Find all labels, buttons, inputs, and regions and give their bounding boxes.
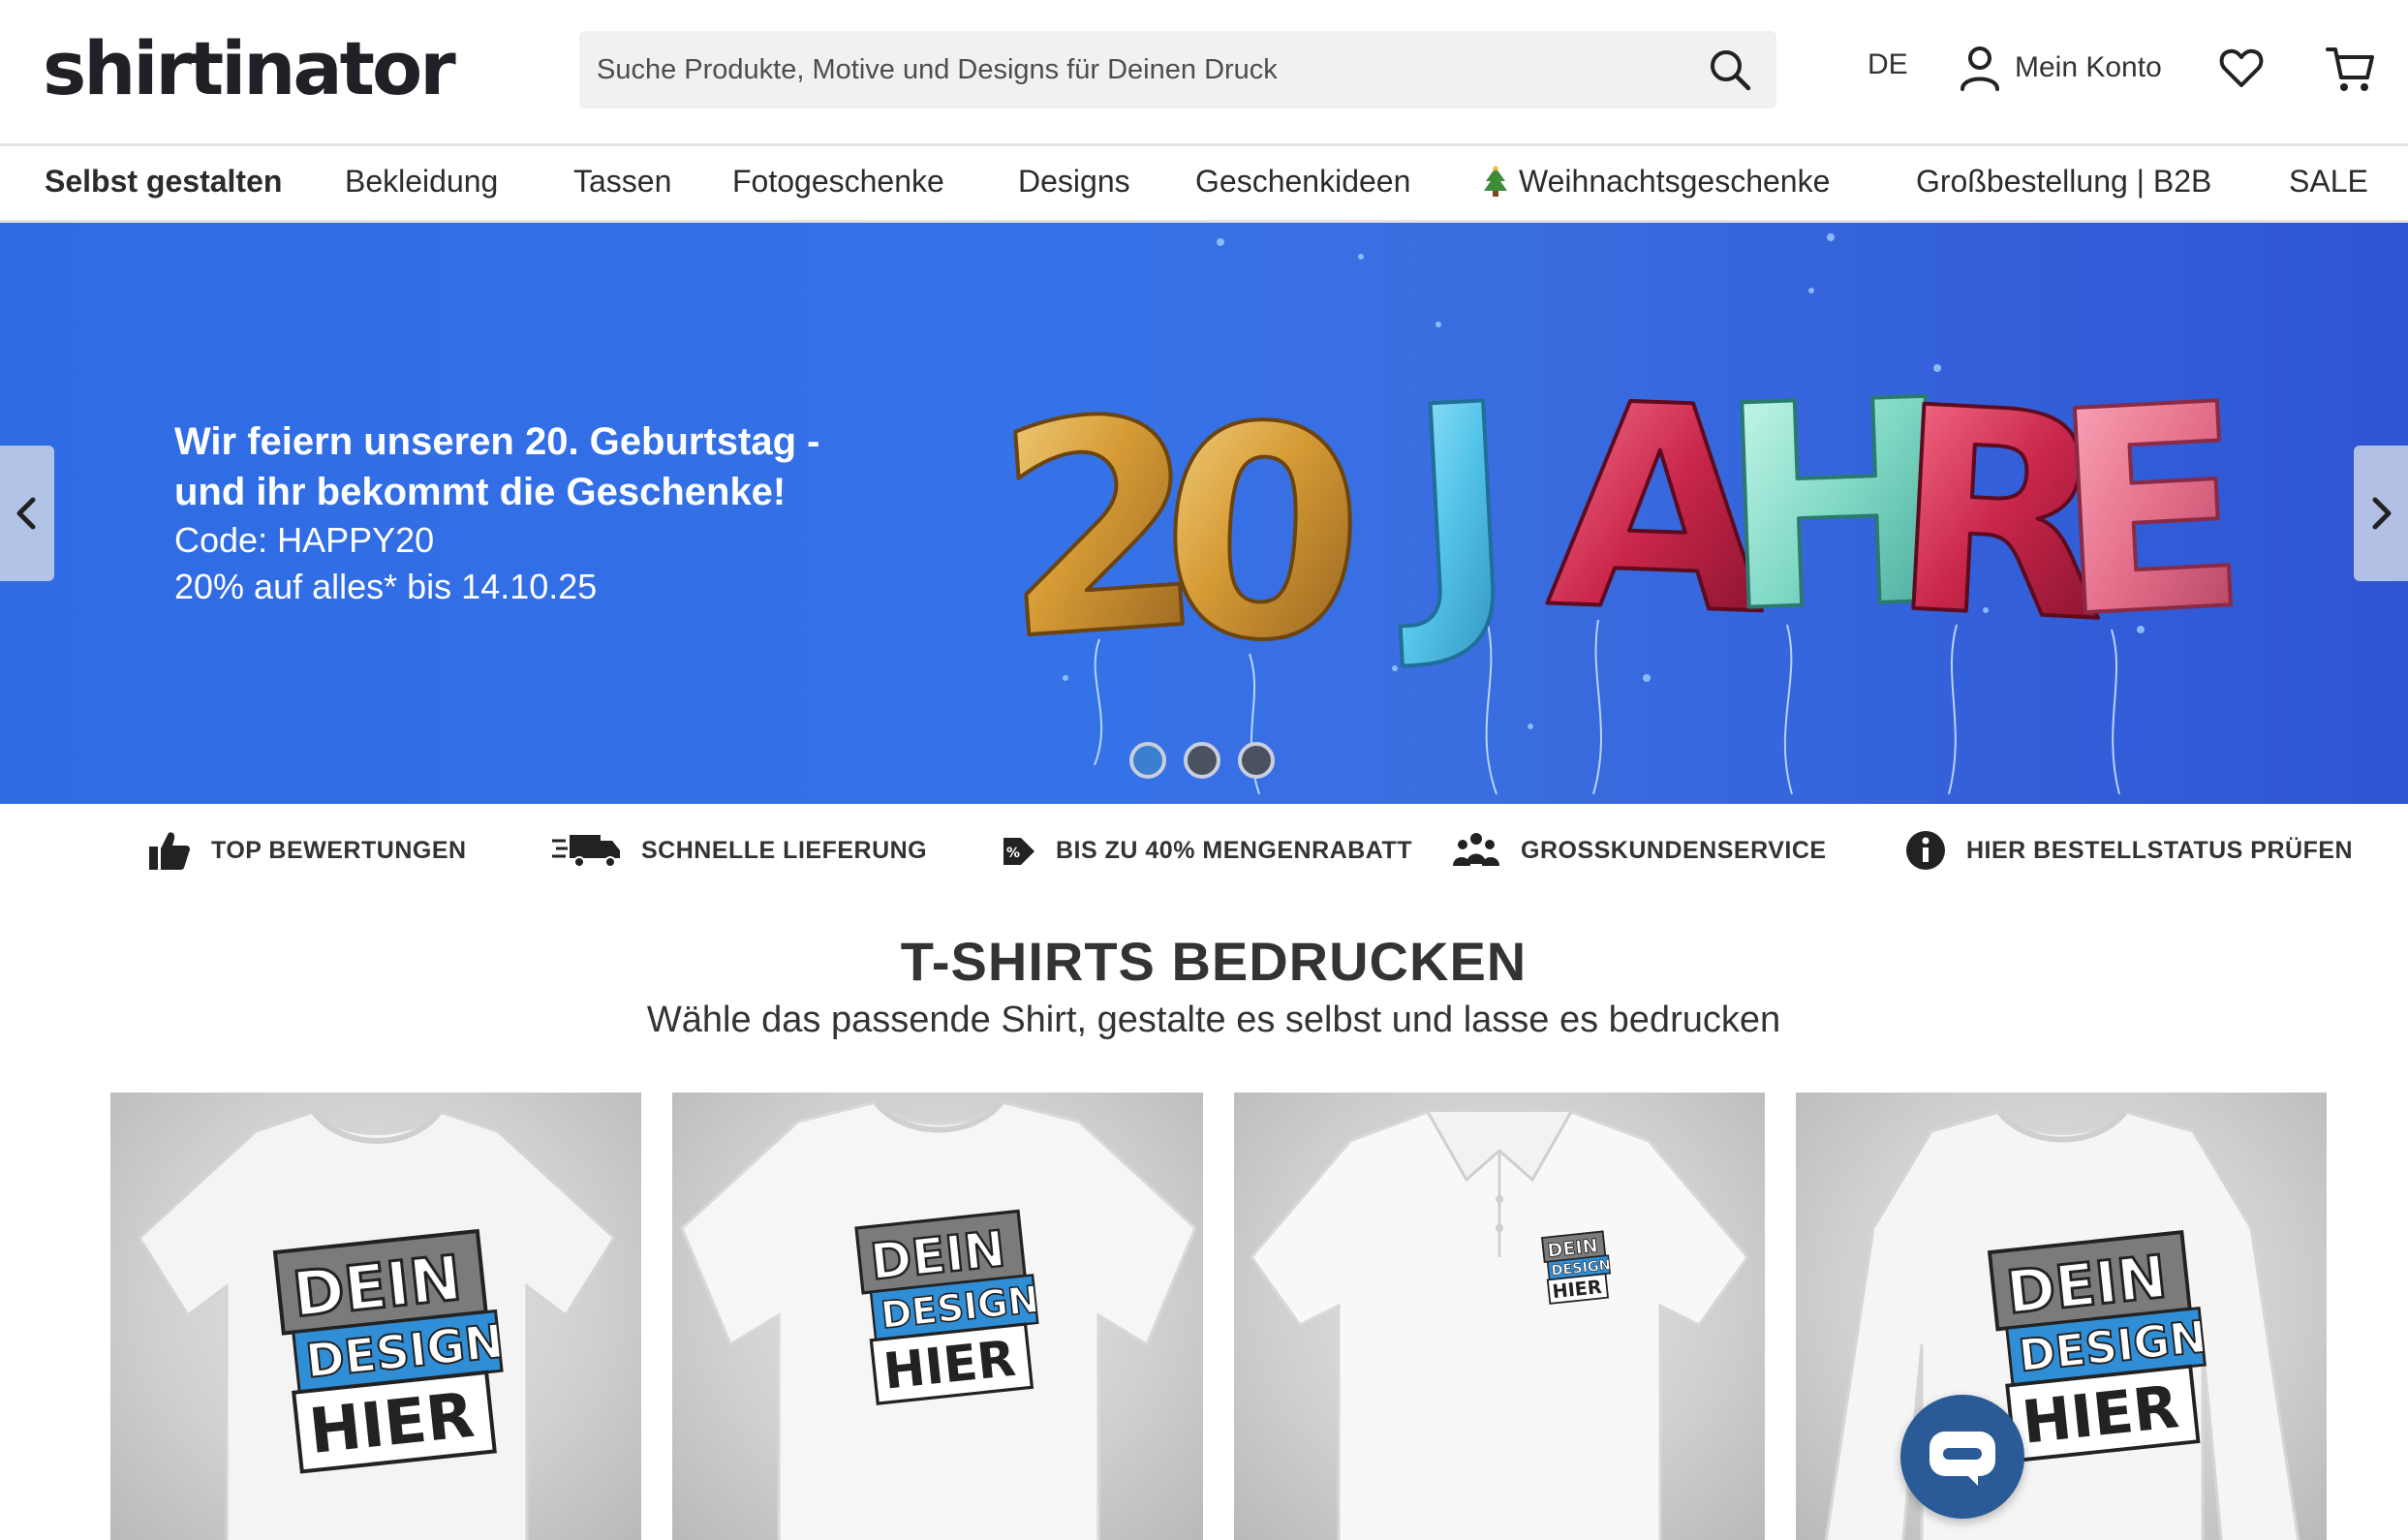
nav-item-designs[interactable]: Designs <box>1018 164 1130 200</box>
chat-button[interactable] <box>1900 1395 2024 1519</box>
christmas-tree-icon <box>1484 166 1507 197</box>
carousel-dot-3[interactable] <box>1238 742 1275 779</box>
usp-bestellstatus[interactable]: HIER BESTELLSTATUS PRÜFEN <box>1904 827 2353 874</box>
info-icon <box>1906 831 1945 870</box>
delivery-truck-icon <box>552 835 620 868</box>
carousel-prev-button[interactable] <box>0 446 54 581</box>
svg-text:0: 0 <box>1153 360 1373 708</box>
product-card-tshirt[interactable]: DEIN DESIGN HIER <box>110 1093 641 1540</box>
hero-code: Code: HAPPY20 <box>174 520 435 560</box>
svg-text:E: E <box>2046 344 2254 680</box>
product-card-tshirt-basic[interactable]: DEIN DESIGN HIER <box>672 1093 1203 1540</box>
usp-label: BIS ZU 40% MENGENRABATT <box>1056 836 1413 864</box>
usp-grosskundenservice[interactable]: GROSSKUNDENSERVICE <box>1451 827 1827 874</box>
nav-item-geschenkideen[interactable]: Geschenkideen <box>1195 164 1410 200</box>
hero-headline-line2: und ihr bekommt die Geschenke! <box>174 471 787 513</box>
usp-bar: TOP BEWERTUNGEN SCHNELLE LIEFERUNG % BIS… <box>0 804 2408 897</box>
chevron-left-icon <box>16 497 36 530</box>
hero-discount: 20% auf alles* bis 14.10.25 <box>174 567 598 606</box>
usp-label: GROSSKUNDENSERVICE <box>1521 836 1827 864</box>
account-link[interactable]: Mein Konto <box>1959 41 2162 95</box>
carousel-dot-2[interactable] <box>1184 742 1220 779</box>
carousel-dot-1[interactable] <box>1129 742 1166 779</box>
svg-text:J: J <box>1384 344 1523 676</box>
hero-banner[interactable]: 2 0 J A H R E Wir feiern unseren 20. Geb… <box>0 223 2408 804</box>
section-subtitle: Wähle das passende Shirt, gestalte es se… <box>646 1000 1781 1040</box>
svg-text:%: % <box>1006 846 1021 861</box>
main-navigation: Selbst gestalten Bekleidung Tassen Fotog… <box>0 143 2408 223</box>
chevron-right-icon <box>2372 497 2392 530</box>
nav-item-label: Weihnachtsgeschenke <box>1519 164 1831 199</box>
tshirt-image: DEIN DESIGN HIER <box>138 1110 616 1540</box>
usp-top-bewertungen[interactable]: TOP BEWERTUNGEN <box>147 827 467 874</box>
tshirt-image: DEIN DESIGN HIER <box>680 1100 1197 1540</box>
group-icon <box>1453 833 1499 866</box>
search-input[interactable] <box>595 43 1680 97</box>
product-card-polo[interactable]: DEIN DESIGN HIER <box>1234 1093 1765 1540</box>
usp-label: HIER BESTELLSTATUS PRÜFEN <box>1966 836 2354 864</box>
section-title: T-SHIRTS BEDRUCKEN <box>900 931 1528 992</box>
logo-text: shirtinator <box>43 25 456 111</box>
usp-label: SCHNELLE LIEFERUNG <box>641 836 928 864</box>
hero-headline-line1: Wir feiern unseren 20. Geburtstag - <box>174 420 820 463</box>
nav-item-weihnachtsgeschenke[interactable]: Weihnachtsgeschenke <box>1482 164 1830 200</box>
cart-icon[interactable] <box>2325 43 2377 95</box>
polo-shirt-image: DEIN DESIGN HIER <box>1250 1110 1749 1540</box>
site-header: shirtinator DE Mein Konto <box>0 0 2408 143</box>
nav-item-fotogeschenke[interactable]: Fotogeschenke <box>732 164 944 200</box>
language-selector[interactable]: DE <box>1868 48 1908 81</box>
search-icon[interactable] <box>1707 46 1753 93</box>
nav-item-grossbestellung[interactable]: Großbestellung | B2B <box>1916 164 2211 200</box>
hero-promo-text: Wir feiern unseren 20. Geburtstag - und … <box>174 416 819 610</box>
usp-label: TOP BEWERTUNGEN <box>211 836 467 864</box>
discount-tag-icon: % <box>1003 838 1034 865</box>
nav-item-bekleidung[interactable]: Bekleidung <box>345 164 498 200</box>
usp-schnelle-lieferung[interactable]: SCHNELLE LIEFERUNG <box>552 827 927 874</box>
chat-bubble-icon <box>1929 1432 1995 1486</box>
heart-icon[interactable] <box>2218 45 2265 91</box>
carousel-next-button[interactable] <box>2354 446 2408 581</box>
usp-mengenrabatt[interactable]: % BIS ZU 40% MENGENRABATT <box>1000 827 1412 874</box>
nav-item-tassen[interactable]: Tassen <box>573 164 671 200</box>
carousel-dots <box>1129 742 1275 779</box>
account-label: Mein Konto <box>2015 51 2162 83</box>
nav-item-selbst-gestalten[interactable]: Selbst gestalten <box>45 164 282 200</box>
shirtinator-logo[interactable]: shirtinator <box>43 25 456 111</box>
longsleeve-image: DEIN DESIGN HIER <box>1824 1110 2300 1540</box>
product-card-longsleeve[interactable]: DEIN DESIGN HIER <box>1796 1093 2327 1540</box>
thumbs-up-icon <box>149 832 190 870</box>
user-icon <box>1960 46 1999 91</box>
nav-item-sale[interactable]: SALE <box>2289 164 2368 200</box>
search-bar[interactable] <box>579 31 1776 108</box>
